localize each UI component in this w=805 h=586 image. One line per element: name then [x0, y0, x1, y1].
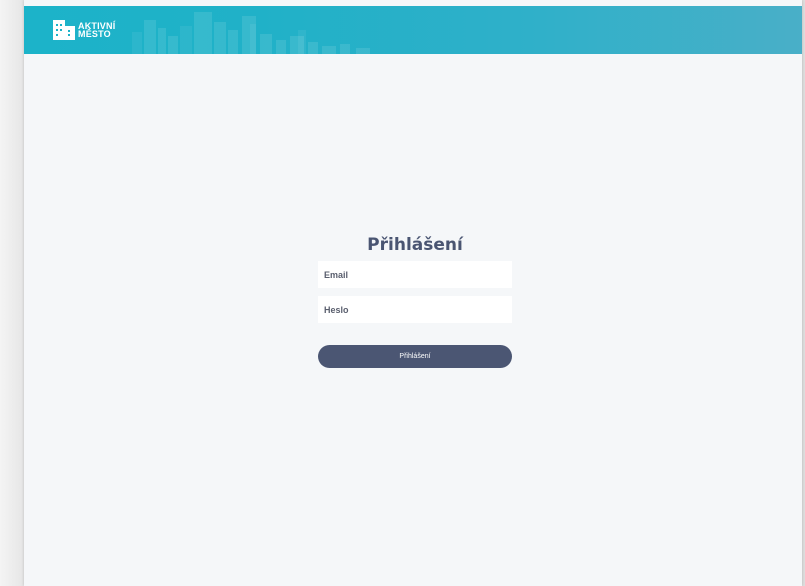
- login-button[interactable]: Přihlášení: [318, 345, 512, 368]
- email-field[interactable]: [318, 261, 512, 288]
- app-logo[interactable]: AKTIVNÍ MĚSTO: [53, 20, 115, 40]
- skyline-decoration: [132, 12, 370, 54]
- brand-name: AKTIVNÍ MĚSTO: [78, 22, 115, 39]
- password-field[interactable]: [318, 296, 512, 323]
- header-bar: AKTIVNÍ MĚSTO: [24, 6, 802, 54]
- city-building-icon: [53, 20, 75, 40]
- login-title: Přihlášení: [367, 235, 463, 255]
- login-form: Přihlášení Přihlášení: [318, 232, 512, 368]
- app-window: AKTIVNÍ MĚSTO Přihlášení Přihlášení: [24, 0, 802, 586]
- left-background-strip: [0, 0, 24, 586]
- brand-name-line-2: MĚSTO: [78, 29, 111, 39]
